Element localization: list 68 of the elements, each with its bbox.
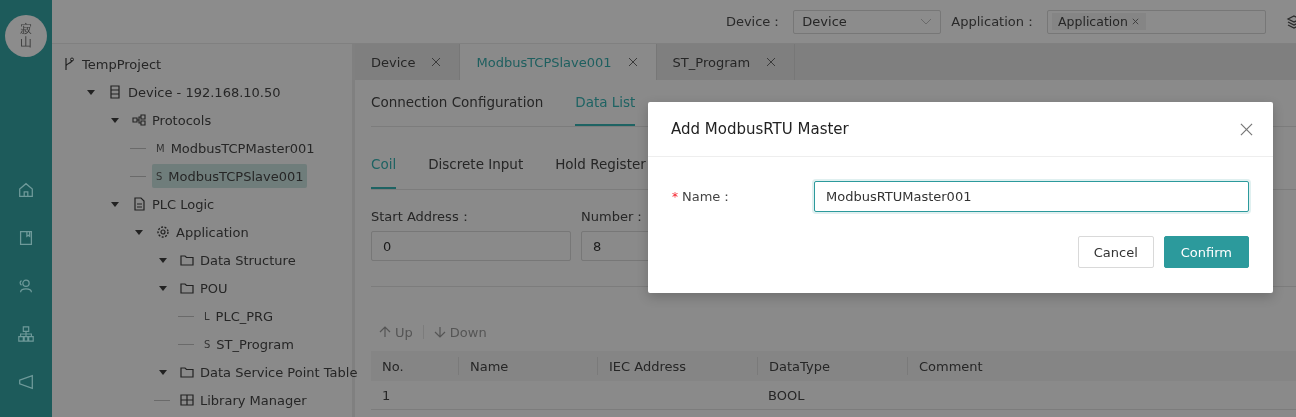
name-label: Name： — [682, 187, 735, 206]
book-icon[interactable] — [17, 229, 35, 247]
dialog-title: Add ModbusRTU Master — [671, 120, 849, 138]
chevron-down-icon — [920, 17, 933, 26]
tree-item[interactable]: Library Manager — [176, 388, 311, 412]
tree-item[interactable]: TempProject — [58, 52, 166, 76]
branch-icon — [62, 57, 76, 71]
tree-item[interactable]: Protocols — [128, 108, 216, 132]
close-icon[interactable] — [1130, 17, 1140, 26]
tree-item[interactable]: Data Service Point Table — [176, 360, 362, 384]
arrow-up-icon — [379, 326, 391, 338]
tree-item[interactable]: L PLC_PRG — [200, 304, 278, 328]
server-icon — [108, 85, 122, 99]
sub-tab[interactable]: Connection Configuration — [371, 80, 544, 126]
table-cell: 1 — [382, 387, 391, 403]
close-icon[interactable] — [766, 57, 777, 67]
required-mark: * — [672, 189, 678, 204]
tree-item[interactable]: Device - 192.168.10.50 — [104, 80, 285, 104]
input-field[interactable]: 0 — [371, 231, 571, 261]
close-icon[interactable] — [1240, 122, 1253, 136]
device-label: Device： — [725, 12, 784, 31]
caret-icon[interactable] — [158, 367, 168, 377]
logo-text: 寂山 — [20, 22, 32, 50]
tree-item[interactable]: PLC Logic — [128, 192, 219, 216]
folder-icon — [180, 365, 194, 379]
column-header: IEC Address — [597, 357, 757, 375]
column-header: Comment — [907, 357, 1296, 375]
home-icon[interactable] — [17, 181, 35, 199]
field-label: Number： — [581, 208, 648, 226]
caret-icon[interactable] — [134, 227, 144, 237]
tree-item[interactable]: POU — [176, 276, 232, 300]
register-tab[interactable]: Hold Register — [555, 141, 646, 189]
tree-item[interactable]: Application — [152, 220, 253, 244]
network-icon — [132, 113, 146, 127]
column-header: No. — [381, 357, 405, 375]
tree-item[interactable]: S ModbusTCPSlave001 — [152, 164, 308, 188]
table-cell: BOOL — [768, 387, 805, 403]
caret-icon[interactable] — [110, 199, 120, 209]
sitemap-icon[interactable] — [17, 325, 35, 343]
cancel-button[interactable]: Cancel — [1077, 236, 1154, 268]
application-select[interactable]: Application — [1047, 9, 1266, 34]
tree-item[interactable]: M ModbusTCPMaster001 — [152, 136, 319, 160]
register-tab[interactable]: Discrete Input — [428, 141, 524, 189]
close-icon[interactable] — [431, 57, 442, 67]
editor-tab[interactable]: ST_Program — [656, 44, 796, 80]
close-icon[interactable] — [627, 57, 638, 67]
application-tag: Application — [1052, 13, 1146, 30]
megaphone-icon[interactable] — [17, 373, 35, 391]
caret-icon[interactable] — [110, 115, 120, 125]
name-input[interactable]: ModbusRTUMaster001 — [814, 181, 1249, 212]
confirm-button[interactable]: Confirm — [1163, 236, 1249, 268]
folder-icon — [180, 281, 194, 295]
arrow-down-icon — [433, 326, 446, 338]
document-icon — [132, 197, 146, 211]
column-header: Name — [458, 357, 597, 375]
device-select[interactable]: Device — [793, 9, 942, 34]
gear-icon — [156, 225, 170, 239]
column-header: DataType — [757, 357, 907, 375]
application-label: Application： — [951, 12, 1037, 31]
caret-icon[interactable] — [158, 255, 168, 265]
caret-icon[interactable] — [86, 87, 96, 97]
tree-item[interactable]: S ST_Program — [200, 332, 298, 356]
grid-icon — [180, 393, 194, 407]
caret-icon[interactable] — [158, 283, 168, 293]
tree-item[interactable]: Data Structure — [176, 248, 300, 272]
folder-icon — [180, 253, 194, 267]
field-label: Start Address： — [371, 208, 473, 226]
people-icon[interactable] — [17, 277, 35, 295]
